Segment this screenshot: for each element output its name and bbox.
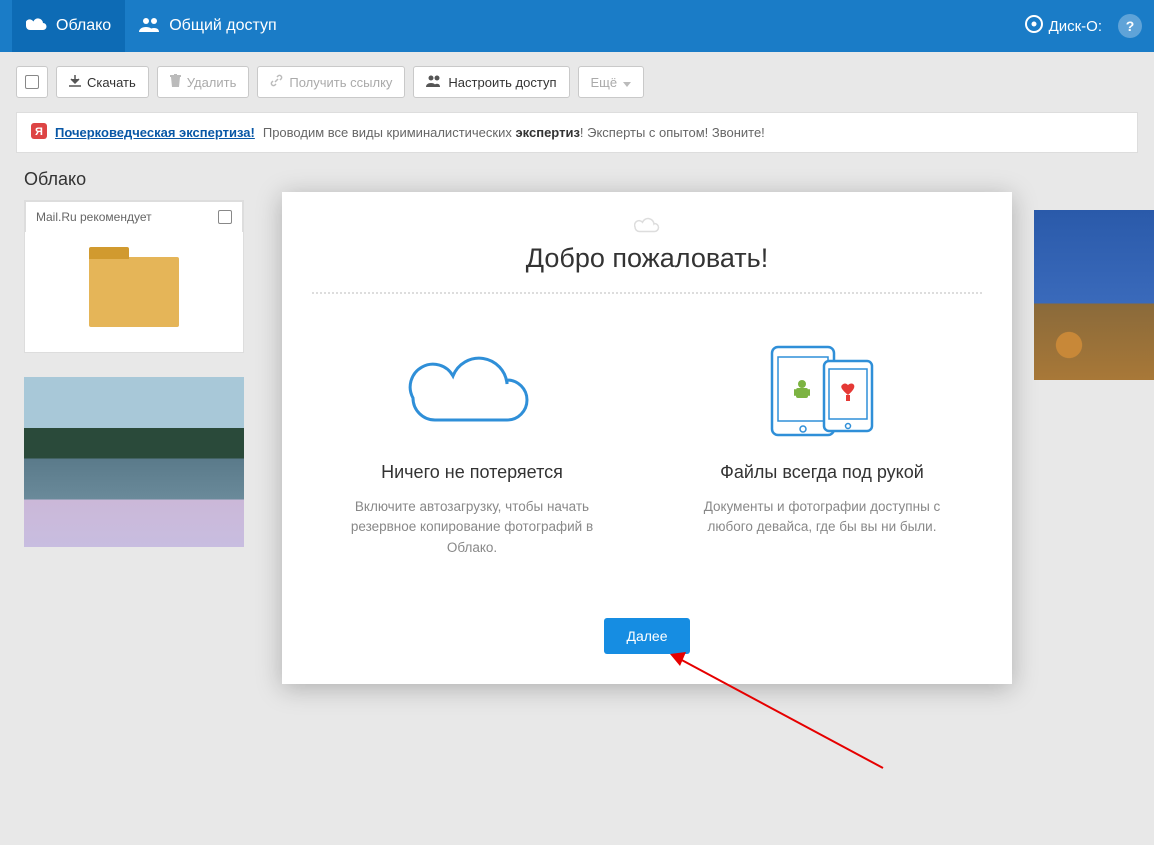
modal-title: Добро пожаловать! — [312, 243, 982, 274]
modal-col2-title: Файлы всегда под рукой — [662, 462, 982, 483]
next-button[interactable]: Далее — [604, 618, 689, 654]
configure-access-button[interactable]: Настроить доступ — [413, 66, 569, 98]
welcome-modal: Добро пожаловать! Ничего не потеряется В… — [282, 192, 1012, 684]
checkbox-icon — [25, 75, 39, 89]
ad-banner: Я Почерковедческая экспертиза! Проводим … — [16, 112, 1138, 153]
tab-shared[interactable]: Общий доступ — [125, 0, 291, 52]
ad-icon: Я — [31, 123, 47, 142]
modal-cloud-icon — [312, 216, 982, 239]
cloud-outline-icon — [312, 334, 632, 444]
toolbar: Скачать Удалить Получить ссылку Настроит… — [0, 52, 1154, 112]
modal-col1-desc: Включите автозагрузку, чтобы начать резе… — [312, 497, 632, 558]
modal-col-backup: Ничего не потеряется Включите автозагруз… — [312, 334, 632, 558]
photo-thumbnail-1[interactable] — [24, 377, 244, 547]
more-button[interactable]: Ещё — [578, 66, 645, 98]
link-icon — [270, 74, 283, 90]
folder-label: Mail.Ru рекомендует — [36, 210, 152, 224]
svg-text:Я: Я — [35, 126, 43, 138]
trash-icon — [170, 74, 181, 90]
more-label: Ещё — [591, 75, 618, 90]
help-icon: ? — [1126, 18, 1135, 34]
download-label: Скачать — [87, 75, 136, 90]
help-button[interactable]: ? — [1118, 14, 1142, 38]
get-link-button[interactable]: Получить ссылку — [257, 66, 405, 98]
modal-col-devices: Файлы всегда под рукой Документы и фотог… — [662, 334, 982, 558]
chevron-down-icon — [623, 75, 631, 90]
cloud-icon — [26, 16, 48, 37]
download-button[interactable]: Скачать — [56, 66, 149, 98]
people-small-icon — [426, 75, 442, 90]
select-all-checkbox[interactable] — [16, 66, 48, 98]
download-icon — [69, 75, 81, 90]
disk-label: Диск-О: — [1049, 18, 1102, 35]
folder-icon — [89, 257, 179, 327]
modal-col2-desc: Документы и фотографии доступны с любого… — [662, 497, 982, 538]
item-checkbox[interactable] — [218, 210, 232, 224]
modal-col1-title: Ничего не потеряется — [312, 462, 632, 483]
get-link-label: Получить ссылку — [289, 75, 392, 90]
people-icon — [139, 16, 161, 37]
disk-o-link[interactable]: Диск-О: — [1025, 15, 1102, 37]
disk-icon — [1025, 15, 1043, 37]
header: Облако Общий доступ Диск-О: ? — [0, 0, 1154, 52]
tab-cloud-label: Облако — [56, 17, 111, 35]
ad-text: Проводим все виды криминалистических экс… — [263, 125, 765, 140]
delete-button[interactable]: Удалить — [157, 66, 250, 98]
tab-cloud[interactable]: Облако — [12, 0, 125, 52]
ad-link[interactable]: Почерковедческая экспертиза! — [55, 125, 255, 140]
devices-icon — [662, 334, 982, 444]
tab-shared-label: Общий доступ — [169, 17, 277, 35]
delete-label: Удалить — [187, 75, 237, 90]
modal-divider — [312, 292, 982, 294]
folder-item[interactable]: Mail.Ru рекомендует — [24, 200, 244, 353]
configure-access-label: Настроить доступ — [448, 75, 556, 90]
photo-thumbnail-2[interactable] — [1034, 210, 1154, 380]
